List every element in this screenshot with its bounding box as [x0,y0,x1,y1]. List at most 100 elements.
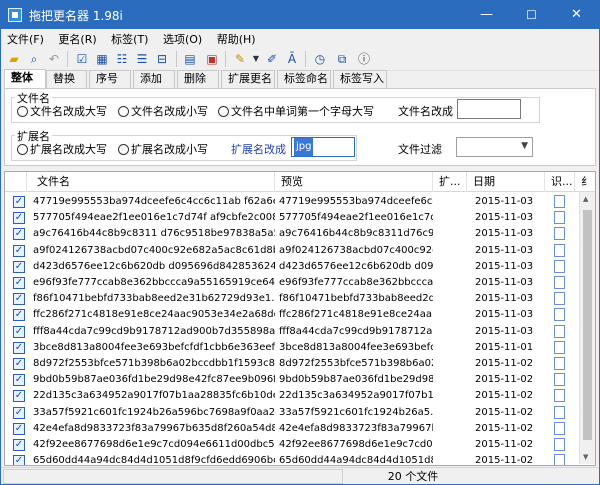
table-row[interactable]: ✓ 22d135c3a634952a9017f07b1aa28835fc6b10d… [5,388,595,404]
row-checkbox[interactable]: ✓ [13,358,25,370]
header-extra[interactable]: 纟 [575,172,595,192]
menu-tags[interactable]: 标签(T) [105,29,153,47]
table-row[interactable]: ✓ 33a57f5921c601fc1924b26a596bc7698a9f0aa… [5,405,595,421]
row-preview: 65d60dd44a94dc84d4d1051d8f9... [279,455,433,466]
row-checkbox[interactable]: ✓ [13,212,25,225]
file-list[interactable]: 文件名 预览 扩... 日期 识... 纟 ✓ 47719e995553ba974… [4,171,596,466]
info-icon[interactable]: ⓘ [355,50,373,68]
checklist-icon[interactable]: ☷ [113,50,131,68]
filename-lower-radio[interactable]: 文件名改成小写 [118,103,208,119]
grid-icon[interactable]: ▦ [93,50,111,68]
filename-upper-radio[interactable]: 文件名改成大写 [17,103,107,119]
table-row[interactable]: ✓ 577705f494eae2f1ee016e1c7d74f af9cbfe2c… [5,210,595,226]
file-icon [554,259,565,273]
ext-rename-label: 扩展名改成 [231,143,286,156]
file-icon [554,438,565,451]
row-checkbox[interactable]: ✓ [13,244,25,257]
table-row[interactable]: ✓ 42f92ee8677698d6e1e9c7cd094e6611d00dbc5… [5,437,595,453]
invert-icon[interactable]: ⊟ [153,50,171,68]
document-icon[interactable]: ▤ [181,50,199,68]
table-row[interactable]: ✓ 42e4efa8d9833723f83a79967b635d8f260a54d… [5,421,595,437]
table-row[interactable]: ✓ a9f024126738acbd07c400c92e682a5ac8c61d8… [5,243,595,259]
menu-rename[interactable]: 更名(R) [52,29,101,47]
ext-lower-radio[interactable]: 扩展名改成小写 [118,141,208,157]
row-date: 2015-11-03 [475,244,534,256]
row-date: 2015-11-02 [475,439,534,450]
table-row[interactable]: ✓ 9bd0b59b87ae036fd1be29d98e42fc87ee9b096… [5,372,595,388]
row-checkbox[interactable]: ✓ [13,309,25,322]
table-row[interactable]: ✓ d423d6576ee12c6b620db d095696d842853624… [5,259,595,275]
scroll-up-icon[interactable]: ▲ [583,195,588,203]
text-case-icon[interactable]: Ā [283,50,301,68]
table-row[interactable]: ✓ 65d60dd44a94dc84d4d1051d8f9cfd6edd6906b… [5,453,595,466]
row-checkbox[interactable]: ✓ [13,439,25,451]
row-checkbox[interactable]: ✓ [13,406,25,419]
toolbar: ▰ ⌕ ↶ ☑ ▦ ☷ ☰ ⊟ ▤ ▣ ✎ ▼ ✐ Ā ◷ ⧉ ⓘ [1,47,599,71]
undo-icon[interactable]: ↶ [45,50,63,68]
row-date: 2015-11-03 [475,325,534,337]
row-checkbox[interactable]: ✓ [13,277,25,289]
row-checkbox[interactable]: ✓ [13,341,25,354]
tab-overall[interactable]: 整体 [4,69,46,89]
row-checkbox[interactable]: ✓ [13,390,25,403]
header-type[interactable]: 识... [545,172,575,192]
header-filename[interactable]: 文件名 [27,172,275,192]
row-checkbox[interactable]: ✓ [13,260,25,273]
table-row[interactable]: ✓ a9c76416b44c8b9c8311 d76c9518be97838a5a… [5,226,595,242]
window-icon[interactable]: ⧉ [333,50,351,68]
menu-options[interactable]: 选项(O) [157,29,207,47]
clock-icon[interactable]: ◷ [311,50,329,68]
filename-rename-input[interactable] [457,99,521,119]
row-preview: fff8a44cda7c99cd9b9178712a... [279,325,433,337]
filename-capitalize-radio[interactable]: 文件名中单词第一个字母大写 [218,103,374,119]
table-row[interactable]: ✓ 47719e995553ba974dceefe6c4cc6c11ab f62a… [5,194,595,210]
row-checkbox[interactable]: ✓ [13,455,25,465]
header-preview[interactable]: 预览 [275,172,433,192]
tab-replace[interactable]: 替换 [46,70,87,88]
table-row[interactable]: ✓ f86f10471bebfd733bab8eed2e31b62729d93e1… [5,291,595,307]
tab-sequence[interactable]: 序号 [89,70,131,88]
close-button[interactable]: ✕ [554,1,599,29]
table-row[interactable]: ✓ ffc286f271c4818e91e8ce24aac9053e34e2a68… [5,307,595,323]
title-bar[interactable]: 拖把更名器 1.98i — ☐ ✕ [1,1,599,29]
tab-delete[interactable]: 删除 [177,70,219,88]
edit-rename-icon[interactable]: ✐ [263,50,281,68]
tab-add[interactable]: 添加 [133,70,175,88]
ext-rename-input[interactable]: jpg [291,137,355,157]
header-extension[interactable]: 扩... [433,172,467,192]
table-row[interactable]: ✓ e96f93fe777ccab8e362bbccca9a55165919ce6… [5,275,595,291]
table-row[interactable]: ✓ 8d972f2553bfce571b398b6a02bccdbb1f1593c… [5,356,595,372]
search-icon[interactable]: ⌕ [25,50,43,68]
header-date[interactable]: 日期 [467,172,545,192]
select-all-icon[interactable]: ☑ [73,50,91,68]
open-folder-icon[interactable]: ▰ [5,50,23,68]
ext-upper-radio[interactable]: 扩展名改成大写 [17,141,107,157]
file-filter-select[interactable]: ▼ [456,137,533,157]
file-icon [554,195,565,208]
table-row[interactable]: ✓ 3bce8d813a8004fee3e693befcfdf1cbb6e363e… [5,340,595,356]
tab-tag-write[interactable]: 标签写入 [333,70,387,88]
row-filename: fff8a44cda7c99cd9b9178712ad900b7d355898a… [33,325,275,337]
scroll-down-icon[interactable]: ▼ [583,453,588,461]
menu-help[interactable]: 帮助(H) [211,29,261,47]
row-preview: e96f93fe777ccab8e362bbccca... [279,277,433,288]
minimize-button[interactable]: — [464,1,509,29]
row-date: 2015-11-03 [475,196,534,207]
row-checkbox[interactable]: ✓ [13,422,25,435]
row-checkbox[interactable]: ✓ [13,374,25,387]
menu-file[interactable]: 文件(F) [1,29,49,47]
table-row[interactable]: ✓ fff8a44cda7c99cd9b9178712ad900b7d355898… [5,324,595,340]
header-checkbox-column[interactable] [5,172,27,192]
tab-ext-rename[interactable]: 扩展更名 [221,70,275,88]
list-icon[interactable]: ☰ [133,50,151,68]
row-checkbox[interactable]: ✓ [13,293,25,306]
row-checkbox[interactable]: ✓ [13,325,25,338]
pdf-icon[interactable]: ▣ [203,50,221,68]
row-checkbox[interactable]: ✓ [13,228,25,241]
tab-tag-naming[interactable]: 标签命名 [277,70,331,88]
row-checkbox[interactable]: ✓ [13,196,25,208]
scroll-thumb[interactable] [583,210,592,440]
row-filename: 8d972f2553bfce571b398b6a02bccdbb1f1593c8… [33,358,275,369]
maximize-button[interactable]: ☐ [509,1,554,29]
vertical-scrollbar[interactable]: ▲ ▼ [579,192,595,464]
